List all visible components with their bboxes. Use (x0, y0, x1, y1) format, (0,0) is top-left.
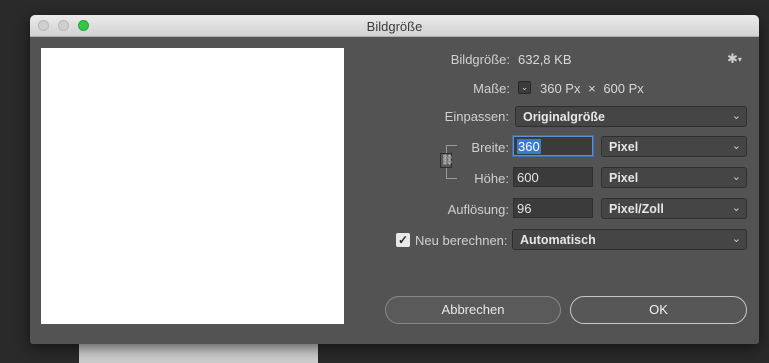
dimensions-value: 360 Px × 600 Px (540, 81, 644, 96)
height-label: Höhe: (474, 171, 509, 186)
height-input-value: 600 (517, 170, 539, 185)
height-input[interactable]: 600 (513, 167, 593, 187)
window-title: Bildgröße (366, 19, 423, 34)
image-size-dialog: Bildgröße Bildgröße: 632,8 KB ✱▾ Maße: ⌄… (30, 15, 759, 344)
fit-to-value: Originalgröße (523, 110, 605, 124)
cancel-button[interactable]: Abbrechen (385, 296, 561, 324)
dimensions-height: 600 Px (603, 81, 644, 96)
constrain-proportions-toggle[interactable]: ⛓ (440, 153, 454, 168)
chevron-down-icon: ⌄ (731, 140, 741, 152)
resample-method-value: Automatisch (520, 233, 596, 247)
dimensions-times: × (588, 81, 596, 96)
gear-icon: ✱ (727, 51, 738, 66)
image-preview[interactable] (41, 48, 344, 324)
chevron-down-icon: ⌄ (520, 82, 529, 92)
fit-to-label: Einpassen: (444, 109, 509, 124)
resolution-input-value: 96 (517, 201, 532, 216)
height-unit-select[interactable]: Pixel ⌄ (601, 167, 747, 188)
image-size-label: Bildgröße: (450, 52, 510, 67)
chevron-down-icon: ⌄ (731, 110, 741, 122)
link-icon: ⛓ (441, 155, 454, 166)
resample-method-select[interactable]: Automatisch ⌄ (512, 229, 747, 250)
resolution-input[interactable]: 96 (513, 198, 593, 218)
resolution-label: Auflösung: (447, 202, 509, 217)
ok-button[interactable]: OK (570, 296, 747, 324)
title-bar: Bildgröße (30, 15, 759, 37)
resample-checkbox[interactable]: ✓ (396, 233, 410, 247)
chevron-down-icon: ⌄ (731, 233, 741, 245)
resolution-unit-value: Pixel/Zoll (609, 202, 664, 216)
chevron-down-icon: ▾ (737, 55, 742, 64)
width-label: Breite: (471, 140, 509, 155)
chevron-down-icon: ⌄ (731, 202, 741, 214)
resample-label: Neu berechnen: (415, 233, 508, 248)
height-unit-value: Pixel (609, 171, 639, 185)
width-unit-select[interactable]: Pixel ⌄ (601, 136, 747, 157)
dimensions-unit-menu[interactable]: ⌄ (518, 81, 531, 94)
width-input-value: 360 (517, 139, 541, 154)
width-unit-value: Pixel (609, 140, 639, 154)
resolution-unit-select[interactable]: Pixel/Zoll ⌄ (601, 198, 747, 219)
settings-gear-button[interactable]: ✱▾ (727, 51, 742, 67)
dimensions-label: Maße: (473, 81, 510, 96)
image-size-value: 632,8 KB (518, 52, 572, 67)
chevron-down-icon: ⌄ (731, 171, 741, 183)
fit-to-select[interactable]: Originalgröße ⌄ (515, 106, 747, 127)
dimensions-width: 360 Px (540, 81, 581, 96)
checkmark-icon: ✓ (397, 233, 409, 247)
width-input[interactable]: 360 (513, 136, 593, 156)
